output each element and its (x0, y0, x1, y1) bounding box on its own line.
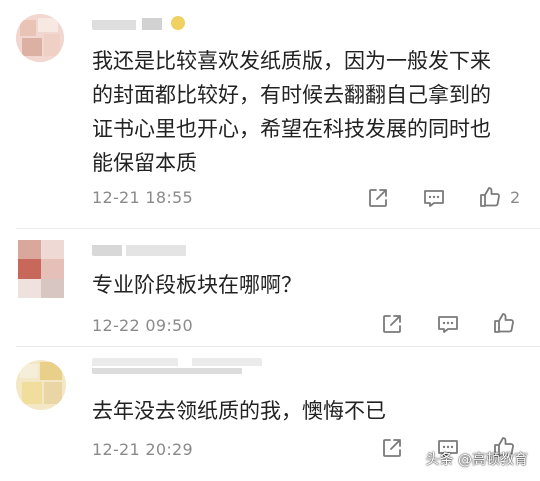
avatar-blurred-image (16, 360, 66, 410)
avatar-blurred-image (18, 240, 64, 298)
share-icon (383, 315, 401, 333)
comment-time: 12-21 18:55 (92, 188, 193, 207)
comment-time: 12-22 09:50 (92, 316, 193, 335)
avatar-blurred-image (16, 14, 64, 62)
comment-time: 12-21 20:29 (92, 440, 193, 459)
comment-item: 我还是比较喜欢发纸质版，因为一般发下来 的封面都比较好，有时候去翻翻自己拿到的 … (0, 0, 540, 228)
comment-icon (424, 190, 444, 207)
like-button[interactable] (478, 185, 502, 209)
reply-button[interactable] (436, 312, 460, 336)
like-button[interactable] (492, 311, 516, 335)
username-blurred[interactable] (92, 358, 262, 374)
comment-text: 去年没去领纸质的我，懊悔不已 (92, 399, 386, 423)
comment-text: 我还是比较喜欢发纸质版，因为一般发下来 的封面都比较好，有时候去翻翻自己拿到的 … (92, 49, 491, 175)
comment-item: 专业阶段板块在哪啊？ 12-22 09:50 (0, 228, 540, 346)
share-icon (383, 439, 401, 457)
reply-button[interactable] (422, 186, 446, 210)
avatar[interactable] (18, 240, 64, 298)
avatar[interactable] (16, 360, 66, 410)
avatar[interactable] (16, 14, 64, 62)
share-icon (369, 189, 387, 207)
username-blurred[interactable] (92, 14, 192, 30)
thumbs-up-icon (494, 313, 514, 333)
comment-icon (438, 316, 458, 333)
like-count: 2 (510, 188, 521, 207)
watermark-label: 头条 @高顿教育 (425, 452, 528, 468)
share-button[interactable] (366, 186, 390, 210)
thumbs-up-icon (480, 187, 500, 207)
username-blurred[interactable] (92, 240, 188, 256)
comment-text: 专业阶段板块在哪啊？ (92, 273, 302, 297)
share-button[interactable] (380, 436, 404, 460)
share-button[interactable] (380, 312, 404, 336)
